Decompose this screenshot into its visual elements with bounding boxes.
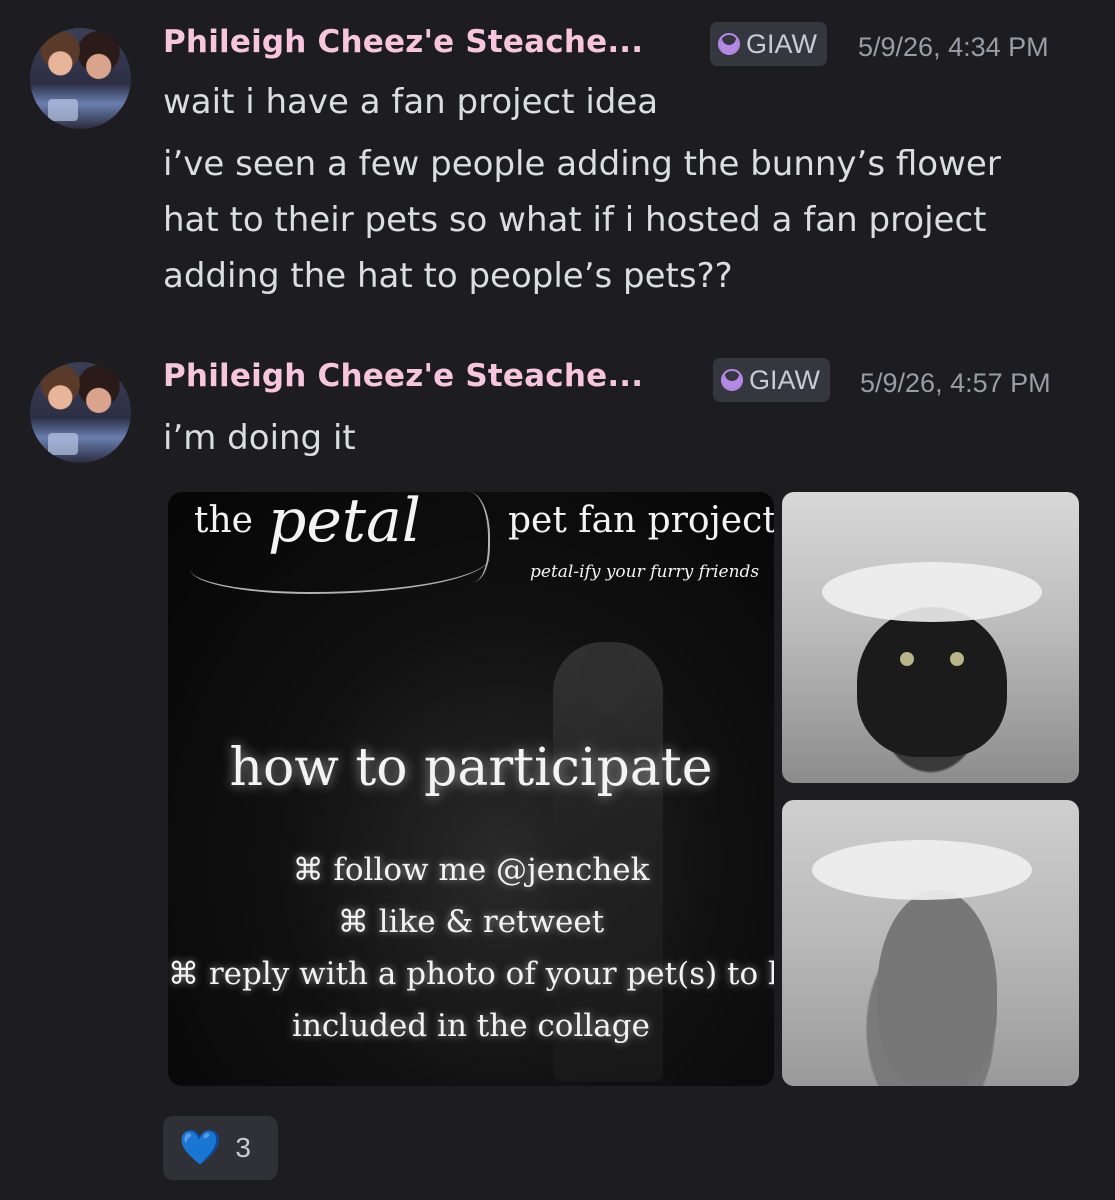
swash-decoration [448, 492, 490, 582]
poster-heading: how to participate [229, 738, 713, 798]
cat-body [877, 890, 997, 1086]
step-item: ⌘ follow me @jenchek [292, 852, 650, 888]
blue-heart-icon: 💙 [179, 1128, 222, 1168]
reaction-count: 3 [235, 1132, 251, 1163]
black-cat-photo[interactable] [782, 492, 1079, 783]
author-name[interactable]: Phileigh Cheez'e Steache... [163, 358, 643, 394]
poster-subtitle: petal-ify your furry friends [530, 562, 760, 582]
cat-body [857, 607, 1007, 757]
guild-tag-label: GIAW [746, 28, 817, 59]
silhouette-head [578, 642, 638, 712]
flower-hat [812, 840, 1032, 900]
tabby-cat-photo[interactable] [782, 800, 1079, 1086]
message-text: wait i have a fan project idea [163, 82, 659, 122]
step-item: included in the collage [292, 1008, 650, 1044]
cat-eye [900, 652, 914, 666]
user-avatar[interactable] [30, 362, 131, 463]
message-text: i’ve seen a few people adding the bunny’… [163, 144, 1001, 296]
flower-hat [822, 562, 1042, 622]
timestamp: 5/9/26, 4:34 PM [858, 32, 1049, 62]
author-name[interactable]: Phileigh Cheez'e Steache... [163, 24, 643, 60]
poster-steps: ⌘ follow me @jenchek ⌘ like & retweet ⌘ … [168, 844, 774, 1052]
cat-eye [950, 652, 964, 666]
reaction-button[interactable]: 💙 3 [163, 1116, 278, 1180]
guild-tag[interactable]: GIAW [713, 358, 830, 402]
step-item: ⌘ reply with a photo of your pet(s) to b… [168, 956, 774, 992]
step-item: ⌘ like & retweet [337, 904, 605, 940]
guild-tag[interactable]: GIAW [710, 22, 827, 66]
guild-tag-label: GIAW [749, 364, 820, 395]
user-avatar[interactable] [30, 28, 131, 129]
poster-title: pet fan project [508, 500, 774, 541]
poster-image[interactable]: the petal pet fan project petal-ify your… [168, 492, 774, 1086]
message-text: i’m doing it [163, 418, 356, 458]
timestamp: 5/9/26, 4:57 PM [860, 368, 1051, 398]
poster-the: the [194, 500, 253, 541]
crescent-moon-icon [718, 33, 740, 55]
crescent-moon-icon [721, 369, 743, 391]
poster-petal: petal [268, 492, 421, 556]
